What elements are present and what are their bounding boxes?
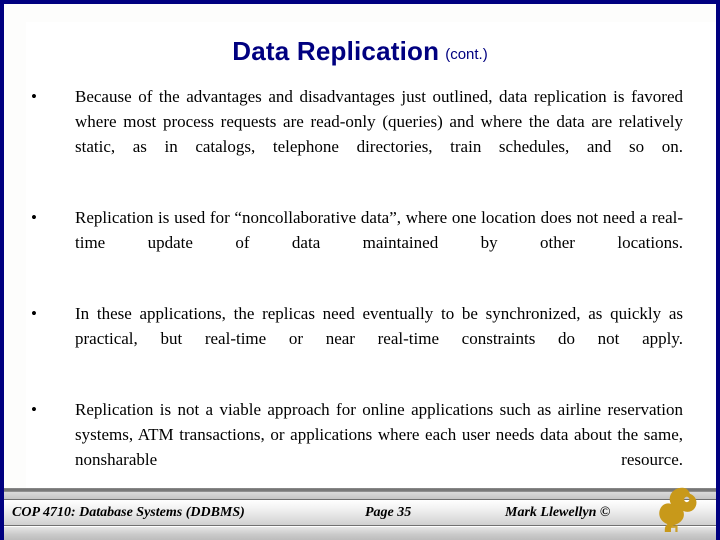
bullet-text: In these applications, the replicas need… [75,304,683,348]
bullet-marker-icon: • [31,304,37,323]
slide-title-main: Data Replication [232,36,440,66]
footer-band-upper [0,492,720,500]
bullet-text: Replication is used for “noncollaborativ… [75,208,683,252]
bullet-marker-icon: • [31,208,37,227]
bullet-text: Replication is not a viable approach for… [75,400,683,469]
slide-body: • Because of the advantages and disadvan… [0,84,720,518]
bullet-text: Because of the advantages and disadvanta… [75,87,683,156]
slide-title: Data Replication (cont.) [0,36,720,67]
bullet-item: • Replication is used for “noncollaborat… [0,205,720,280]
slide-footer: COP 4710: Database Systems (DDBMS) Page … [0,488,720,540]
footer-author-label: Mark Llewellyn © [505,505,611,520]
footer-course-label: COP 4710: Database Systems (DDBMS) [12,505,245,520]
footer-page-number: Page 35 [365,505,412,520]
footer-band-lower [0,527,720,540]
ucf-pegasus-logo-icon [659,487,697,532]
bullet-item: • Replication is not a viable approach f… [0,397,720,497]
bullet-marker-icon: • [31,87,37,106]
slide-title-continuation: (cont.) [445,46,488,63]
bullet-item: • Because of the advantages and disadvan… [0,84,720,184]
slide: Data Replication (cont.) • Because of the… [0,0,720,540]
bullet-marker-icon: • [31,400,37,419]
bullet-item: • In these applications, the replicas ne… [0,301,720,376]
